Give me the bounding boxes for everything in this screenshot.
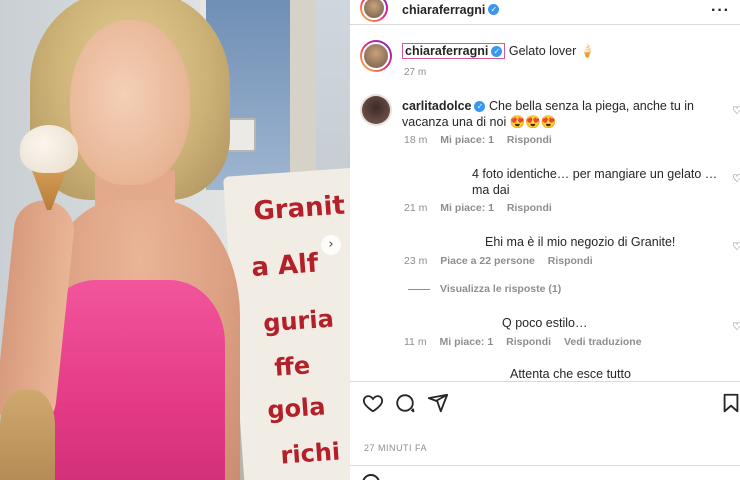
reply-button[interactable]: Rispondi (548, 255, 593, 267)
comment-icon[interactable] (394, 392, 416, 414)
sign-word: gola (266, 392, 327, 425)
photo-gelato-scoop (20, 125, 78, 173)
verified-badge-icon: ✓ (474, 101, 486, 113)
comment-username[interactable]: carlitadolce (402, 99, 471, 113)
comment-time: 23 m (404, 255, 428, 267)
comment-time: 18 m (404, 134, 428, 146)
bottom-divider (350, 465, 740, 466)
actions-divider (350, 381, 740, 382)
translate-button[interactable]: Vedi traduzione (564, 336, 642, 348)
comment-meta: 18 m Mi piace: 1 Rispondi (404, 134, 562, 146)
comment-clip: Attenta che esce tutto (350, 366, 740, 380)
photo-straw-bag (0, 390, 55, 480)
caption: chiaraferragni ✓ Gelato lover 🍦 (402, 43, 596, 59)
sign-word: Granit (252, 190, 346, 227)
comment-likes[interactable]: Mi piace: 1 (440, 336, 494, 348)
header-divider (350, 24, 740, 25)
comment-text: Q poco estilo… (502, 316, 588, 330)
comment-text: Ehi ma è il mio negozio di Granite! (485, 235, 676, 249)
view-replies-button[interactable]: Visualizza le risposte (1) (408, 283, 561, 295)
heart-icon[interactable] (362, 392, 384, 414)
comment: carlitadolce ✓ Che bella senza la piega, … (402, 98, 722, 130)
photo-pink-dress (40, 280, 225, 480)
photo-pole (290, 0, 316, 190)
photo-face (70, 20, 190, 185)
post-timestamp: 27 MINUTI FA (364, 443, 428, 453)
comment-text: 4 foto identiche… per mangiare un gelato… (472, 167, 718, 197)
comment-likes[interactable]: Piace a 22 persone (440, 255, 535, 267)
comment-likes[interactable]: Mi piace: 1 (440, 134, 494, 146)
verified-badge-icon: ✓ (491, 46, 503, 58)
header-username[interactable]: chiaraferragni (402, 3, 485, 17)
heart-icon[interactable]: ♡ (732, 240, 740, 253)
view-replies-label: Visualizza le risposte (1) (440, 283, 562, 295)
heart-icon[interactable]: ♡ (732, 104, 740, 117)
heart-icon[interactable]: ♡ (732, 320, 740, 333)
post-header: chiaraferragni ✓ ··· (350, 0, 740, 22)
replies-line (408, 288, 430, 290)
caption-time: 27 m (404, 67, 427, 78)
photo-shop-sign: Granit a Alf guria ffe gola richi (222, 167, 350, 480)
comment-meta: 11 m Mi piace: 1 Rispondi Vedi traduzion… (404, 336, 652, 348)
verified-badge-icon: ✓ (488, 4, 500, 16)
post-photo[interactable]: Granit a Alf guria ffe gola richi › (0, 0, 350, 480)
emoji-icon[interactable] (362, 474, 380, 480)
caption-text: Gelato lover 🍦 (508, 44, 596, 58)
sign-word: richi (279, 437, 342, 470)
photo-outlet (226, 118, 256, 152)
chevron-right-icon[interactable]: › (321, 235, 341, 255)
reply-button[interactable]: Rispondi (507, 202, 552, 214)
sign-word: ffe (273, 351, 312, 382)
comment-likes[interactable]: Mi piace: 1 (440, 202, 494, 214)
sign-word: a Alf (250, 248, 320, 284)
comment-time: 11 m (404, 336, 427, 348)
comment-time: 21 m (404, 202, 428, 214)
header-user: chiaraferragni ✓ (402, 1, 500, 19)
heart-icon[interactable]: ♡ (732, 172, 740, 185)
share-icon[interactable] (427, 392, 449, 414)
caption-username[interactable]: chiaraferragni (405, 44, 488, 58)
action-bar (350, 392, 740, 416)
comment-meta: 23 m Piace a 22 persone Rispondi (404, 255, 603, 267)
caption-avatar[interactable] (362, 42, 390, 70)
post-sidebar: chiaraferragni ✓ ··· chiaraferragni ✓ Gela… (350, 0, 740, 480)
reply-button[interactable]: Rispondi (506, 336, 551, 348)
comment-avatar[interactable] (362, 96, 390, 124)
comment-text: Attenta che esce tutto (510, 367, 631, 380)
more-icon[interactable]: ··· (711, 2, 730, 20)
sign-word: guria (262, 304, 335, 338)
reply-button[interactable]: Rispondi (507, 134, 552, 146)
bookmark-icon[interactable] (720, 392, 740, 414)
comment-meta: 21 m Mi piace: 1 Rispondi (404, 202, 562, 214)
